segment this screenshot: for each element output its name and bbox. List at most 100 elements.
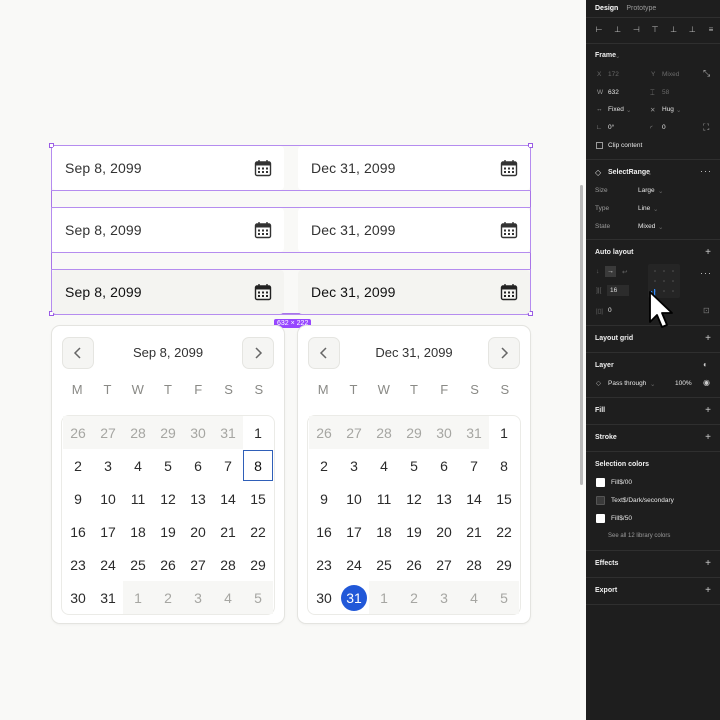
day-cell[interactable]: 28 <box>213 548 243 581</box>
day-cell[interactable]: 23 <box>63 548 93 581</box>
day-cell-outside-month[interactable]: 4 <box>459 581 489 614</box>
blend-mode-select[interactable]: Pass through <box>608 380 646 387</box>
day-cell[interactable]: 30 <box>309 581 339 614</box>
color-style-name[interactable]: Fill$/00 <box>611 479 632 486</box>
day-cell[interactable]: 24 <box>339 548 369 581</box>
day-cell-outside-month[interactable]: 31 <box>459 416 489 449</box>
rotation-input[interactable]: 0° <box>608 124 614 131</box>
align-left-icon[interactable]: ⊢ <box>595 26 603 34</box>
day-cell-outside-month[interactable]: 29 <box>153 416 183 449</box>
day-cell-outside-month[interactable]: 1 <box>123 581 153 614</box>
day-cell[interactable]: 17 <box>93 515 123 548</box>
chevron-down-icon[interactable]: ⌄ <box>658 187 663 195</box>
day-cell[interactable]: 23 <box>309 548 339 581</box>
gap-input[interactable]: 16 <box>607 285 629 296</box>
day-cell[interactable]: 24 <box>93 548 123 581</box>
day-cell[interactable]: 4 <box>369 449 399 482</box>
distribute-icon[interactable]: ≡ <box>707 26 715 34</box>
chevron-down-icon[interactable]: ⌄ <box>626 106 631 114</box>
day-cell[interactable]: 19 <box>153 515 183 548</box>
day-cell[interactable]: 13 <box>183 482 213 515</box>
add-effect-icon[interactable]: + <box>705 559 711 569</box>
day-cell-outside-month[interactable]: 1 <box>369 581 399 614</box>
design-canvas[interactable]: Sep 8, 2099 Dec 31, 2099 Sep 8, 2099 Dec… <box>0 0 586 720</box>
day-cell-outside-month[interactable]: 3 <box>429 581 459 614</box>
align-top-icon[interactable]: ⊤ <box>651 26 659 34</box>
align-right-icon[interactable]: ⊣ <box>632 26 640 34</box>
day-cell[interactable]: 9 <box>63 482 93 515</box>
day-cell[interactable]: 10 <box>339 482 369 515</box>
day-cell-outside-month[interactable]: 30 <box>429 416 459 449</box>
add-stroke-icon[interactable]: + <box>705 433 711 443</box>
next-month-button[interactable] <box>488 337 520 369</box>
day-cell-outside-month[interactable]: 3 <box>183 581 213 614</box>
day-cell[interactable]: 7 <box>213 449 243 482</box>
day-cell[interactable]: 31 <box>93 581 123 614</box>
day-cell-selected[interactable]: 31 <box>339 581 369 614</box>
day-cell[interactable]: 14 <box>213 482 243 515</box>
day-cell-outside-month[interactable]: 5 <box>489 581 519 614</box>
day-cell-selected[interactable]: 8 <box>243 449 273 482</box>
day-cell[interactable]: 1 <box>243 416 273 449</box>
resize-constraints-icon[interactable]: ⤡ <box>703 68 710 79</box>
day-cell[interactable]: 22 <box>489 515 519 548</box>
day-cell[interactable]: 22 <box>243 515 273 548</box>
date-field-start[interactable]: Sep 8, 2099 <box>52 146 284 190</box>
tab-prototype[interactable]: Prototype <box>626 5 656 12</box>
day-cell[interactable]: 27 <box>429 548 459 581</box>
day-cell[interactable]: 8 <box>489 449 519 482</box>
day-cell[interactable]: 4 <box>123 449 153 482</box>
day-cell[interactable]: 15 <box>243 482 273 515</box>
day-cell[interactable]: 13 <box>429 482 459 515</box>
day-cell[interactable]: 7 <box>459 449 489 482</box>
day-cell-outside-month[interactable]: 5 <box>243 581 273 614</box>
day-cell-outside-month[interactable]: 31 <box>213 416 243 449</box>
next-month-button[interactable] <box>242 337 274 369</box>
color-style-name[interactable]: Fill$/50 <box>611 515 632 522</box>
day-cell[interactable]: 9 <box>309 482 339 515</box>
day-cell[interactable]: 20 <box>183 515 213 548</box>
day-cell[interactable]: 6 <box>183 449 213 482</box>
align-middle-v-icon[interactable]: ⊥ <box>670 26 678 34</box>
day-cell-outside-month[interactable]: 26 <box>63 416 93 449</box>
date-field-end[interactable]: Dec 31, 2099 <box>298 146 530 190</box>
day-cell-outside-month[interactable]: 28 <box>369 416 399 449</box>
day-cell[interactable]: 12 <box>399 482 429 515</box>
frame-heading[interactable]: Frame <box>595 52 616 59</box>
prop-type-select[interactable]: Line <box>638 205 650 212</box>
radius-input[interactable]: 0 <box>662 124 666 131</box>
clip-content-checkbox[interactable] <box>596 142 603 149</box>
date-field-end[interactable]: Dec 31, 2099 <box>298 208 530 252</box>
day-cell[interactable]: 3 <box>339 449 369 482</box>
component-name[interactable]: SelectRange <box>608 169 650 176</box>
independent-corners-icon[interactable]: ⛶ <box>703 122 709 133</box>
prop-size-select[interactable]: Large <box>638 187 655 194</box>
day-cell[interactable]: 16 <box>63 515 93 548</box>
align-center-h-icon[interactable]: ⊥ <box>614 26 622 34</box>
day-cell[interactable]: 11 <box>123 482 153 515</box>
chevron-down-icon[interactable]: ⌄ <box>658 223 663 231</box>
add-export-icon[interactable]: + <box>705 586 711 596</box>
day-cell[interactable]: 2 <box>309 449 339 482</box>
day-cell-outside-month[interactable]: 4 <box>213 581 243 614</box>
day-cell[interactable]: 10 <box>93 482 123 515</box>
height-mode-select[interactable]: Hug <box>662 106 674 113</box>
w-input[interactable]: 632 <box>608 89 619 96</box>
day-cell-outside-month[interactable]: 28 <box>123 416 153 449</box>
day-cell[interactable]: 27 <box>183 548 213 581</box>
color-swatch[interactable] <box>596 496 605 505</box>
add-fill-icon[interactable]: + <box>705 406 711 416</box>
day-cell[interactable]: 14 <box>459 482 489 515</box>
chevron-down-icon[interactable]: ⌄ <box>647 169 652 177</box>
h-input[interactable]: 58 <box>662 89 669 96</box>
more-options-icon[interactable]: ··· <box>700 166 712 176</box>
color-style-name[interactable]: Text$/Dark/secondary <box>611 497 674 504</box>
day-cell[interactable]: 1 <box>489 416 519 449</box>
day-cell-outside-month[interactable]: 2 <box>153 581 183 614</box>
day-cell[interactable]: 5 <box>153 449 183 482</box>
day-cell[interactable]: 20 <box>429 515 459 548</box>
add-auto-layout-icon[interactable]: + <box>705 248 711 258</box>
opacity-input[interactable]: 100% <box>675 380 692 387</box>
canvas-scrollbar[interactable] <box>580 185 583 485</box>
color-swatch[interactable] <box>596 514 605 523</box>
